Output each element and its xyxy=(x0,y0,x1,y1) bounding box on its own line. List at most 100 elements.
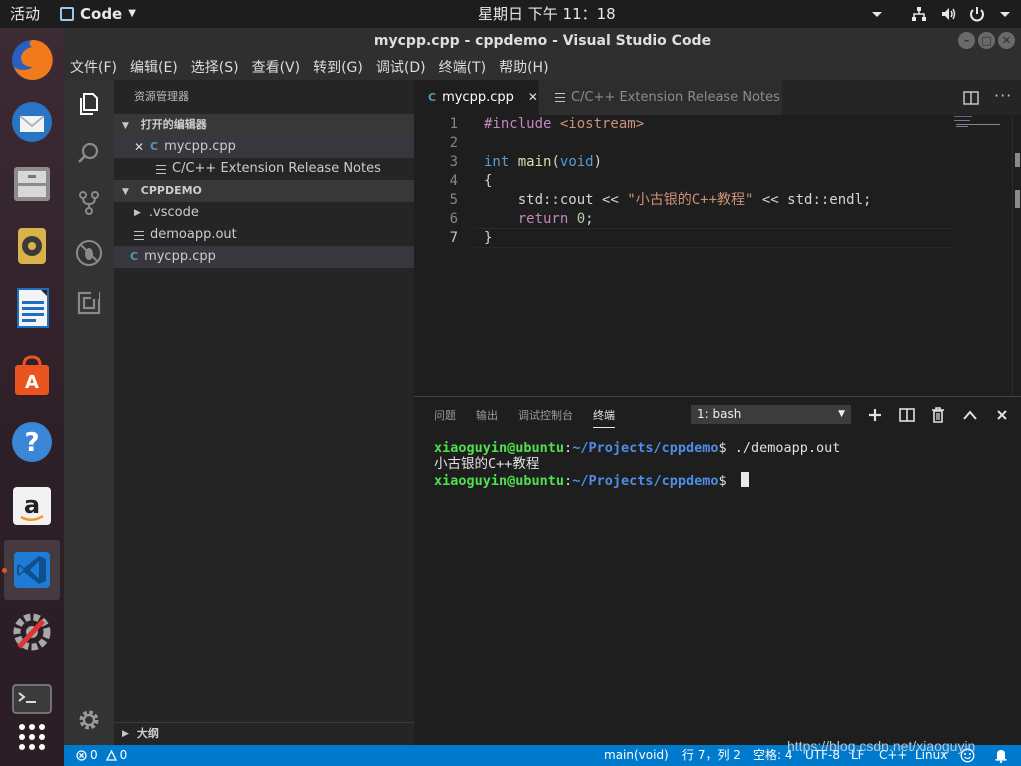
code-editor[interactable]: 1 2 3 4 5 6 7 #include <iostream> int mai… xyxy=(414,115,1021,395)
terminal-prompt: $ xyxy=(718,440,735,456)
explorer-icon[interactable] xyxy=(75,90,103,118)
tab-mycpp[interactable]: C mycpp.cpp ✕ xyxy=(414,80,538,115)
scope-status[interactable]: main(void) xyxy=(604,745,669,766)
network-icon[interactable] xyxy=(910,5,928,23)
minimap[interactable] xyxy=(952,115,1002,129)
file-lines-icon xyxy=(134,230,144,240)
ubuntu-dock: A ? a xyxy=(0,28,64,766)
svg-text:A: A xyxy=(25,372,39,393)
plus-icon xyxy=(869,409,881,421)
current-line-highlight xyxy=(474,228,952,248)
notifications-bell-icon[interactable] xyxy=(994,748,1008,763)
chevron-down-icon: ▼ xyxy=(122,187,129,197)
dock-amazon[interactable]: a xyxy=(4,476,60,536)
code-line: #include <iostream> xyxy=(484,115,644,134)
problems-status[interactable]: 0 0 xyxy=(76,745,127,766)
settings-gear-icon[interactable] xyxy=(75,706,103,734)
window-titlebar: mycpp.cpp - cppdemo - Visual Studio Code… xyxy=(64,28,1021,54)
terminal-select[interactable]: 1: bash ▼ xyxy=(691,405,851,424)
dock-help[interactable]: ? xyxy=(4,412,60,472)
tree-item-vscode[interactable]: ▶ .vscode xyxy=(114,202,414,224)
dock-firefox[interactable] xyxy=(4,30,60,90)
line-number: 5 xyxy=(449,192,458,208)
tree-item-demoapp[interactable]: demoapp.out xyxy=(114,224,414,246)
tab-debug-console[interactable]: 调试控制台 xyxy=(518,407,573,423)
cursor-position-status[interactable]: 行 7，列 2 xyxy=(682,745,741,766)
dock-system-settings[interactable] xyxy=(4,602,60,662)
menu-file[interactable]: 文件(F) xyxy=(70,57,117,77)
app-menu-label: Code xyxy=(80,5,123,23)
open-editor-mycpp[interactable]: ✕ C mycpp.cpp xyxy=(114,136,414,158)
document-lines-icon xyxy=(156,164,166,174)
extensions-icon[interactable] xyxy=(75,289,103,317)
debug-icon[interactable] xyxy=(75,239,103,267)
code-token: std::cout << xyxy=(484,192,628,208)
menu-terminal[interactable]: 终端(T) xyxy=(439,57,486,77)
menu-view[interactable]: 查看(V) xyxy=(252,57,301,77)
line-number: 2 xyxy=(449,135,458,151)
dock-files[interactable] xyxy=(4,154,60,214)
outline-header[interactable]: ▶ 大纲 xyxy=(114,722,414,744)
open-editors-header[interactable]: ▼ 打开的编辑器 xyxy=(114,114,414,136)
search-icon[interactable] xyxy=(75,139,103,167)
dock-ubuntu-software[interactable]: A xyxy=(4,346,60,406)
menu-debug[interactable]: 调试(D) xyxy=(376,57,426,77)
split-terminal-button[interactable] xyxy=(897,405,917,425)
power-icon[interactable] xyxy=(968,5,986,23)
split-icon xyxy=(899,408,915,422)
warning-count: 0 xyxy=(119,748,128,762)
app-menu[interactable]: Code ▼ xyxy=(60,0,136,28)
open-editor-release-notes[interactable]: C/C++ Extension Release Notes xyxy=(114,158,414,180)
tree-item-mycpp[interactable]: C mycpp.cpp xyxy=(114,246,414,268)
tree-item-label: demoapp.out xyxy=(150,227,237,242)
menu-help[interactable]: 帮助(H) xyxy=(499,57,548,77)
kill-terminal-button[interactable] xyxy=(928,405,948,425)
tab-problems[interactable]: 问题 xyxy=(434,407,456,423)
editor-scrollbar[interactable] xyxy=(1012,115,1021,395)
menu-edit[interactable]: 编辑(E) xyxy=(130,57,178,77)
show-applications-icon xyxy=(19,724,45,750)
volume-icon[interactable] xyxy=(940,5,958,23)
system-menu-arrow-icon[interactable] xyxy=(996,5,1014,23)
tree-item-label: .vscode xyxy=(148,205,199,220)
code-token: int xyxy=(484,154,510,170)
more-actions-icon[interactable]: ··· xyxy=(994,86,1012,105)
tab-release-notes[interactable]: C/C++ Extension Release Notes xyxy=(539,80,782,115)
dock-vscode[interactable] xyxy=(2,540,60,600)
close-window-button[interactable]: ✕ xyxy=(998,32,1015,49)
code-line: return 0; xyxy=(484,210,594,229)
code-token: <iostream> xyxy=(559,116,645,132)
split-editor-icon[interactable] xyxy=(962,89,980,107)
close-icon[interactable]: ✕ xyxy=(128,136,150,158)
dock-thunderbird[interactable] xyxy=(4,92,60,152)
amazon-icon: a xyxy=(13,487,51,525)
dropdown-arrow-icon[interactable] xyxy=(868,5,886,23)
terminal-user: xiaoguyin@ubuntu xyxy=(434,473,565,489)
maximize-button[interactable]: □ xyxy=(978,32,995,49)
minimize-button[interactable]: – xyxy=(958,32,975,49)
terminal-line: xiaoguyin@ubuntu:~/Projects/cppdemo$ ./d… xyxy=(434,440,840,456)
close-icon[interactable]: ✕ xyxy=(528,80,538,115)
menu-selection[interactable]: 选择(S) xyxy=(191,57,239,77)
error-count: 0 xyxy=(90,748,98,762)
ubuntu-software-icon: A xyxy=(15,355,49,395)
clock[interactable]: 星期日 下午 11：18 xyxy=(478,0,616,28)
dock-rhythmbox[interactable] xyxy=(4,216,60,276)
project-header[interactable]: ▼ CPPDEMO xyxy=(114,180,414,202)
terminal-line[interactable]: xiaoguyin@ubuntu:~/Projects/cppdemo$ xyxy=(434,472,749,489)
source-control-icon[interactable] xyxy=(75,189,103,217)
line-number: 7 xyxy=(449,230,458,246)
dock-show-applications[interactable] xyxy=(4,704,60,764)
tab-terminal[interactable]: 终端 xyxy=(593,407,615,428)
new-terminal-button[interactable] xyxy=(865,405,885,425)
tab-output[interactable]: 输出 xyxy=(476,407,498,423)
activities-button[interactable]: 活动 xyxy=(10,0,40,28)
open-editors-label: 打开的编辑器 xyxy=(140,118,207,131)
dock-libreoffice-writer[interactable] xyxy=(4,278,60,338)
editor-tab-bar: C mycpp.cpp ✕ C/C++ Extension Release No… xyxy=(414,80,1021,115)
maximize-panel-button[interactable] xyxy=(960,405,980,425)
close-panel-button[interactable] xyxy=(992,405,1012,425)
code-token: 0 xyxy=(576,211,586,227)
menu-go[interactable]: 转到(G) xyxy=(313,57,363,77)
rhythmbox-icon xyxy=(18,228,46,264)
